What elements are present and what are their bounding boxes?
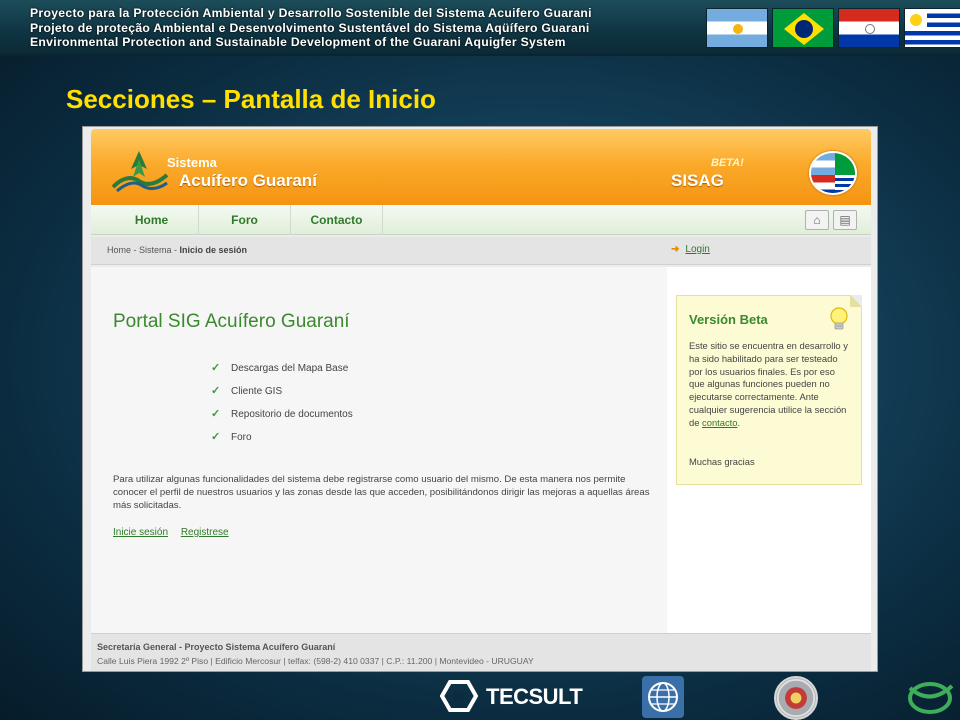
banner-line-en: Environmental Protection and Sustainable… xyxy=(30,35,566,49)
logo-name: Acuífero Guaraní xyxy=(179,171,317,190)
brazil-flag xyxy=(772,8,834,48)
slide-title: Secciones – Pantalla de Inicio xyxy=(66,84,436,114)
list-item: ✓ Cliente GIS xyxy=(211,384,353,407)
breadcrumb-sep-2: - xyxy=(171,245,180,255)
beta-tag: BETA! xyxy=(711,157,744,169)
breadcrumb-sep: - xyxy=(131,245,140,255)
sponsor-logos: TECSULT xyxy=(380,672,960,720)
uruguay-flag xyxy=(904,8,960,48)
beta-notice-box: Versión Beta Este sitio se encuentra en … xyxy=(676,295,862,485)
aquifer-logo-icon xyxy=(111,151,169,193)
lightbulb-icon xyxy=(830,307,848,330)
check-icon: ✓ xyxy=(211,362,221,374)
tecsult-text: TECSULT xyxy=(486,684,583,709)
beta-body: Este sitio se encuentra en desarrollo y … xyxy=(689,340,848,428)
brand-sisag: SISAG xyxy=(671,171,724,190)
breadcrumb-path: Home - Sistema - Inicio de sesión xyxy=(107,245,247,255)
portal-title: Portal SIG Acuífero Guaraní xyxy=(113,311,350,332)
oas-logo xyxy=(774,676,818,720)
breadcrumb: Home - Sistema - Inicio de sesión ➜ Login xyxy=(91,237,871,265)
beta-thanks: Muchas gracias xyxy=(689,456,755,467)
site-nav: Home Foro Contacto ⌂ ▤ xyxy=(91,205,871,235)
nav-foro[interactable]: Foro xyxy=(199,205,291,235)
argentina-flag xyxy=(706,8,768,48)
list-item: ✓ Repositorio de documentos xyxy=(211,407,353,430)
action-links: Inicie sesión Registrese xyxy=(113,527,239,538)
beta-title: Versión Beta xyxy=(689,312,768,327)
list-item: ✓ Descargas del Mapa Base xyxy=(211,361,353,384)
check-icon: ✓ xyxy=(211,385,221,397)
banner-text: Proyecto para la Protección Ambiental y … xyxy=(30,6,710,50)
house-icon[interactable]: ⌂ xyxy=(805,210,829,230)
site-footer: Secretaría General - Proyecto Sistema Ac… xyxy=(91,633,871,671)
login-arrow-icon: ➜ xyxy=(671,244,680,255)
print-icon[interactable]: ▤ xyxy=(833,210,857,230)
page-fold xyxy=(850,295,862,307)
feature-list: ✓ Descargas del Mapa Base ✓ Cliente GIS ✓ R… xyxy=(211,361,353,453)
footer-org: Secretaría General - Proyecto Sistema Ac… xyxy=(97,642,336,652)
footer-address: Calle Luis Piera 1992 2º Piso | Edificio… xyxy=(97,656,534,666)
beta-text: Este sitio se encuentra en desarrollo y … xyxy=(689,340,853,430)
breadcrumb-current: Inicio de sesión xyxy=(179,245,248,255)
banner-line-pt: Projeto de proteção Ambiental e Desenvol… xyxy=(30,20,590,35)
beta-text-end: . xyxy=(737,416,741,428)
gef-logo xyxy=(908,682,954,714)
login-area: ➜ Login xyxy=(671,244,710,255)
check-icon: ✓ xyxy=(211,408,221,420)
main-content: Portal SIG Acuífero Guaraní ✓ Descargas d… xyxy=(91,267,667,633)
login-link[interactable]: Login xyxy=(685,244,709,255)
breadcrumb-sistema[interactable]: Sistema xyxy=(139,245,172,255)
website-screenshot: Sistema Acuífero Guaraní BETA! SISAG Hom… xyxy=(82,126,878,672)
banner-line-es: Proyecto para la Protección Ambiental y … xyxy=(30,6,592,20)
site-header: Sistema Acuífero Guaraní BETA! SISAG xyxy=(91,129,871,205)
nav-contacto[interactable]: Contacto xyxy=(291,205,383,235)
country-flags xyxy=(706,8,960,48)
feature-label: Cliente GIS xyxy=(231,386,283,397)
register-link[interactable]: Registrese xyxy=(181,527,229,538)
login-action-link[interactable]: Inicie sesión xyxy=(113,527,168,538)
feature-label: Repositorio de documentos xyxy=(231,409,353,420)
tecsult-logo: TECSULT xyxy=(439,678,590,714)
feature-label: Foro xyxy=(231,432,252,443)
sidebar: Versión Beta Este sitio se encuentra en … xyxy=(667,267,871,633)
logo-sistema-label: Sistema xyxy=(167,155,217,170)
flags-emblem-icon xyxy=(809,151,857,195)
nav-home[interactable]: Home xyxy=(105,205,199,235)
tecsult-mark-icon xyxy=(439,680,479,712)
list-item: ✓ Foro xyxy=(211,430,353,453)
contact-link[interactable]: contacto xyxy=(702,417,737,428)
paraguay-flag xyxy=(838,8,900,48)
world-bank-logo xyxy=(642,676,684,718)
breadcrumb-home[interactable]: Home xyxy=(107,245,131,255)
check-icon: ✓ xyxy=(211,431,221,443)
info-paragraph: Para utilizar algunas funcionalidades de… xyxy=(113,474,650,511)
feature-label: Descargas del Mapa Base xyxy=(231,363,349,374)
slide-banner: Proyecto para la Protección Ambiental y … xyxy=(0,0,960,56)
